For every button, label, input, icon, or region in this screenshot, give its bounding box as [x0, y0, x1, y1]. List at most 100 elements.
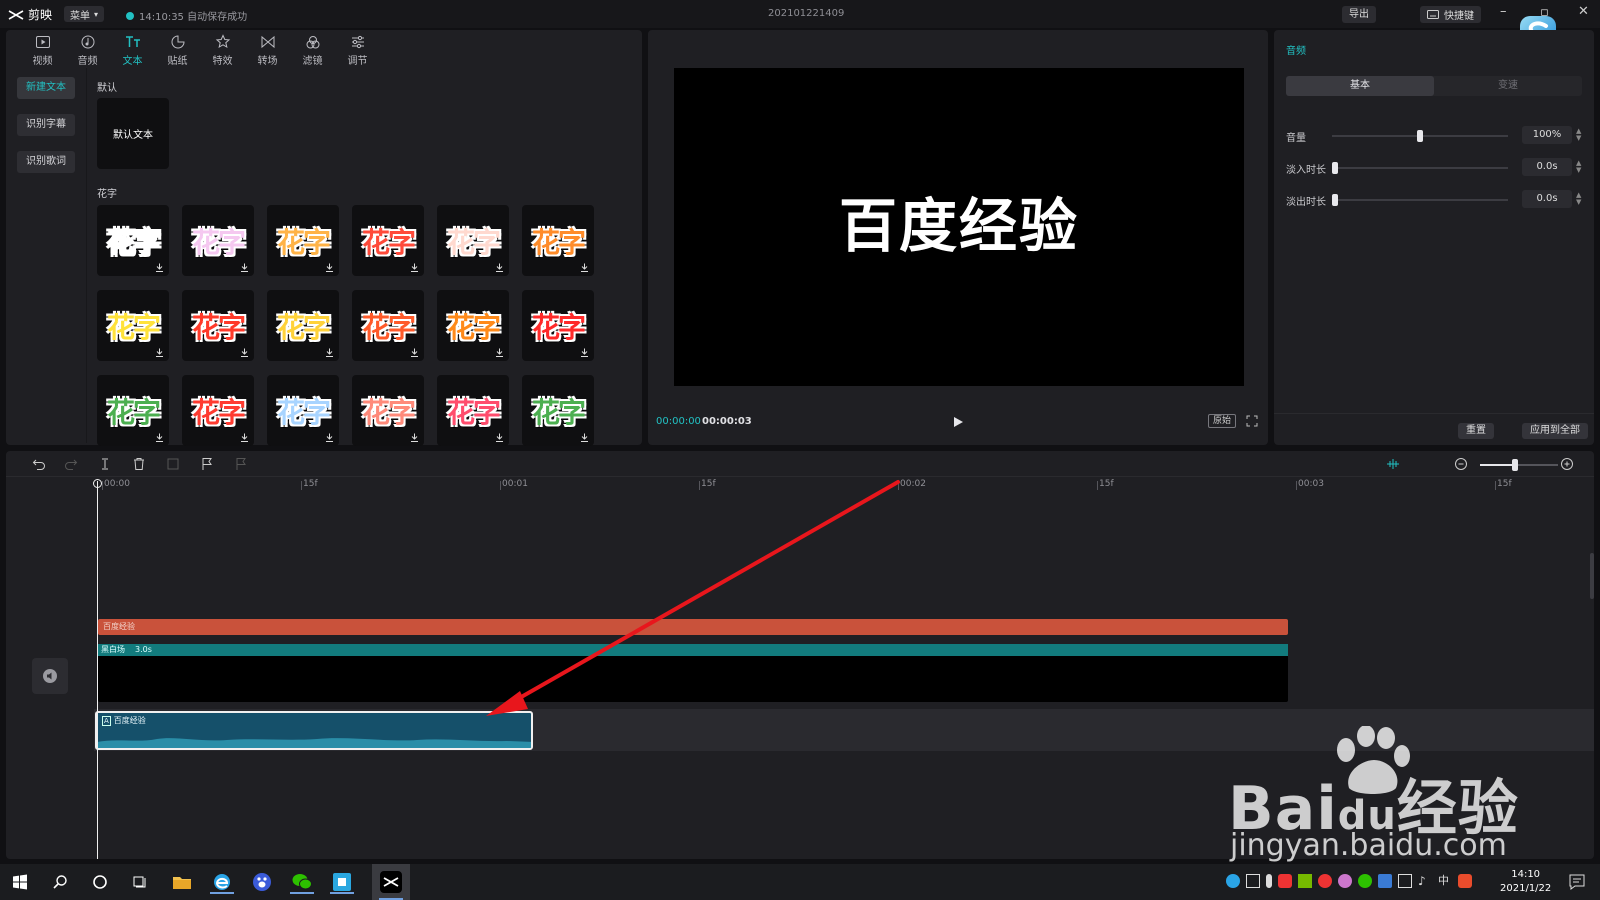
download-icon[interactable]: [155, 348, 164, 357]
download-icon[interactable]: [325, 263, 334, 272]
capcut-taskbar-button[interactable]: [372, 864, 410, 900]
redo-button[interactable]: [64, 457, 78, 471]
volume-stepper[interactable]: ▲ ▼: [1576, 128, 1581, 142]
zoom-in-button[interactable]: [1560, 457, 1574, 471]
sogou-tray-icon[interactable]: [1458, 874, 1472, 888]
fancy-text-card[interactable]: 花字: [97, 290, 169, 361]
play-icon[interactable]: [952, 416, 964, 428]
download-icon[interactable]: [155, 433, 164, 442]
reset-button[interactable]: 重置: [1458, 423, 1494, 439]
tab-text[interactable]: 文本: [110, 32, 155, 68]
fullscreen-icon[interactable]: [1246, 415, 1258, 427]
fancy-text-card[interactable]: 花字: [182, 375, 254, 446]
fancy-text-card[interactable]: 花字: [267, 290, 339, 361]
volume-slider-handle[interactable]: [1417, 130, 1423, 142]
tray-record-icon[interactable]: [1318, 874, 1332, 888]
video-clip[interactable]: 黑白场 3.0s: [98, 644, 1288, 702]
playhead[interactable]: [97, 481, 98, 859]
text-clip[interactable]: 百度经验: [98, 619, 1288, 635]
task-view-button[interactable]: [128, 870, 152, 894]
fancy-text-card[interactable]: 花字: [352, 205, 424, 276]
fade-out-stepper[interactable]: ▲ ▼: [1576, 192, 1581, 206]
download-icon[interactable]: [580, 433, 589, 442]
fancy-text-card[interactable]: 花字: [522, 375, 594, 446]
zoom-slider[interactable]: [1480, 459, 1558, 471]
download-icon[interactable]: [325, 433, 334, 442]
fancy-text-card[interactable]: 花字: [437, 375, 509, 446]
tab-video[interactable]: 视频: [20, 32, 65, 68]
track-mute-button[interactable]: [32, 658, 68, 694]
nvidia-icon[interactable]: [1298, 874, 1312, 888]
fancy-text-card[interactable]: 花字: [182, 205, 254, 276]
new-text-button[interactable]: 新建文本: [17, 77, 75, 99]
wechat-button[interactable]: [290, 870, 314, 894]
download-icon[interactable]: [495, 433, 504, 442]
tab-basic[interactable]: 基本: [1286, 76, 1434, 96]
fancy-text-card[interactable]: 花字: [97, 375, 169, 446]
menu-dropdown[interactable]: 菜单 ▾: [64, 6, 105, 22]
fancy-text-card[interactable]: 花字: [437, 290, 509, 361]
fancy-text-card[interactable]: 花字: [437, 205, 509, 276]
tab-effects[interactable]: 特效: [200, 32, 245, 68]
vertical-scrollbar[interactable]: [1590, 553, 1594, 599]
download-icon[interactable]: [240, 348, 249, 357]
fancy-text-card[interactable]: 花字: [182, 290, 254, 361]
tray-shield-icon[interactable]: [1278, 874, 1292, 888]
fancy-text-card[interactable]: 花字: [267, 205, 339, 276]
edge-button[interactable]: [210, 870, 234, 894]
tab-adjust[interactable]: 调节: [335, 32, 380, 68]
timeline-ruler[interactable]: 00:00 15f 00:01 15f 00:02 15f 00:03 15f: [6, 479, 1594, 495]
download-icon[interactable]: [410, 348, 419, 357]
fade-out-input[interactable]: 0.0s: [1522, 190, 1572, 208]
fancy-text-card[interactable]: 花字: [522, 205, 594, 276]
fancy-text-card[interactable]: 花字: [267, 375, 339, 446]
audio-clip[interactable]: A 百度经验: [95, 711, 533, 750]
snap-toggle-button[interactable]: [1386, 457, 1400, 471]
download-icon[interactable]: [155, 263, 164, 272]
delete-button[interactable]: [132, 457, 146, 471]
zoom-slider-handle[interactable]: [1512, 459, 1519, 471]
download-icon[interactable]: [495, 263, 504, 272]
fancy-text-card[interactable]: 花字: [97, 205, 169, 276]
download-icon[interactable]: [495, 348, 504, 357]
ime-icon[interactable]: 中: [1438, 874, 1452, 888]
search-button[interactable]: [48, 870, 72, 894]
volume-slider[interactable]: [1332, 130, 1508, 142]
volume-input[interactable]: 100%: [1522, 126, 1572, 144]
tab-transition[interactable]: 转场: [245, 32, 290, 68]
marker-disabled-button[interactable]: [234, 457, 248, 471]
download-icon[interactable]: [240, 433, 249, 442]
tab-audio[interactable]: 音频: [65, 32, 110, 68]
file-explorer-button[interactable]: [170, 870, 194, 894]
tray-security-icon[interactable]: [1378, 874, 1392, 888]
fade-in-stepper[interactable]: ▲ ▼: [1576, 160, 1581, 174]
notification-icon[interactable]: [1568, 873, 1586, 891]
recognize-lyrics-button[interactable]: 识别歌词: [17, 151, 75, 173]
download-icon[interactable]: [325, 348, 334, 357]
undo-button[interactable]: [32, 457, 46, 471]
download-icon[interactable]: [580, 263, 589, 272]
recognize-subtitles-button[interactable]: 识别字幕: [17, 114, 75, 136]
fade-out-slider[interactable]: [1332, 194, 1508, 206]
fancy-text-card[interactable]: 花字: [522, 290, 594, 361]
split-button[interactable]: [98, 457, 112, 471]
fade-in-input[interactable]: 0.0s: [1522, 158, 1572, 176]
tray-app-icon[interactable]: [1226, 874, 1240, 888]
fade-in-slider[interactable]: [1332, 162, 1508, 174]
minimize-icon[interactable]: –: [1500, 4, 1507, 19]
preview-screen[interactable]: 百度经验: [674, 68, 1244, 386]
tab-speed[interactable]: 变速: [1434, 76, 1582, 96]
download-icon[interactable]: [240, 263, 249, 272]
tray-wechat-icon[interactable]: [1358, 874, 1372, 888]
zoom-out-button[interactable]: [1454, 457, 1468, 471]
tab-filter[interactable]: 滤镜: [290, 32, 335, 68]
close-icon[interactable]: ✕: [1578, 4, 1589, 19]
microphone-icon[interactable]: [1266, 874, 1272, 888]
download-icon[interactable]: [580, 348, 589, 357]
shortcut-button[interactable]: 快捷键: [1420, 6, 1481, 23]
tray-screen-icon[interactable]: [1246, 874, 1260, 888]
tray-people-icon[interactable]: [1338, 874, 1352, 888]
screenshot-app-button[interactable]: [330, 870, 354, 894]
download-icon[interactable]: [410, 433, 419, 442]
apply-to-all-button[interactable]: 应用到全部: [1522, 423, 1588, 439]
